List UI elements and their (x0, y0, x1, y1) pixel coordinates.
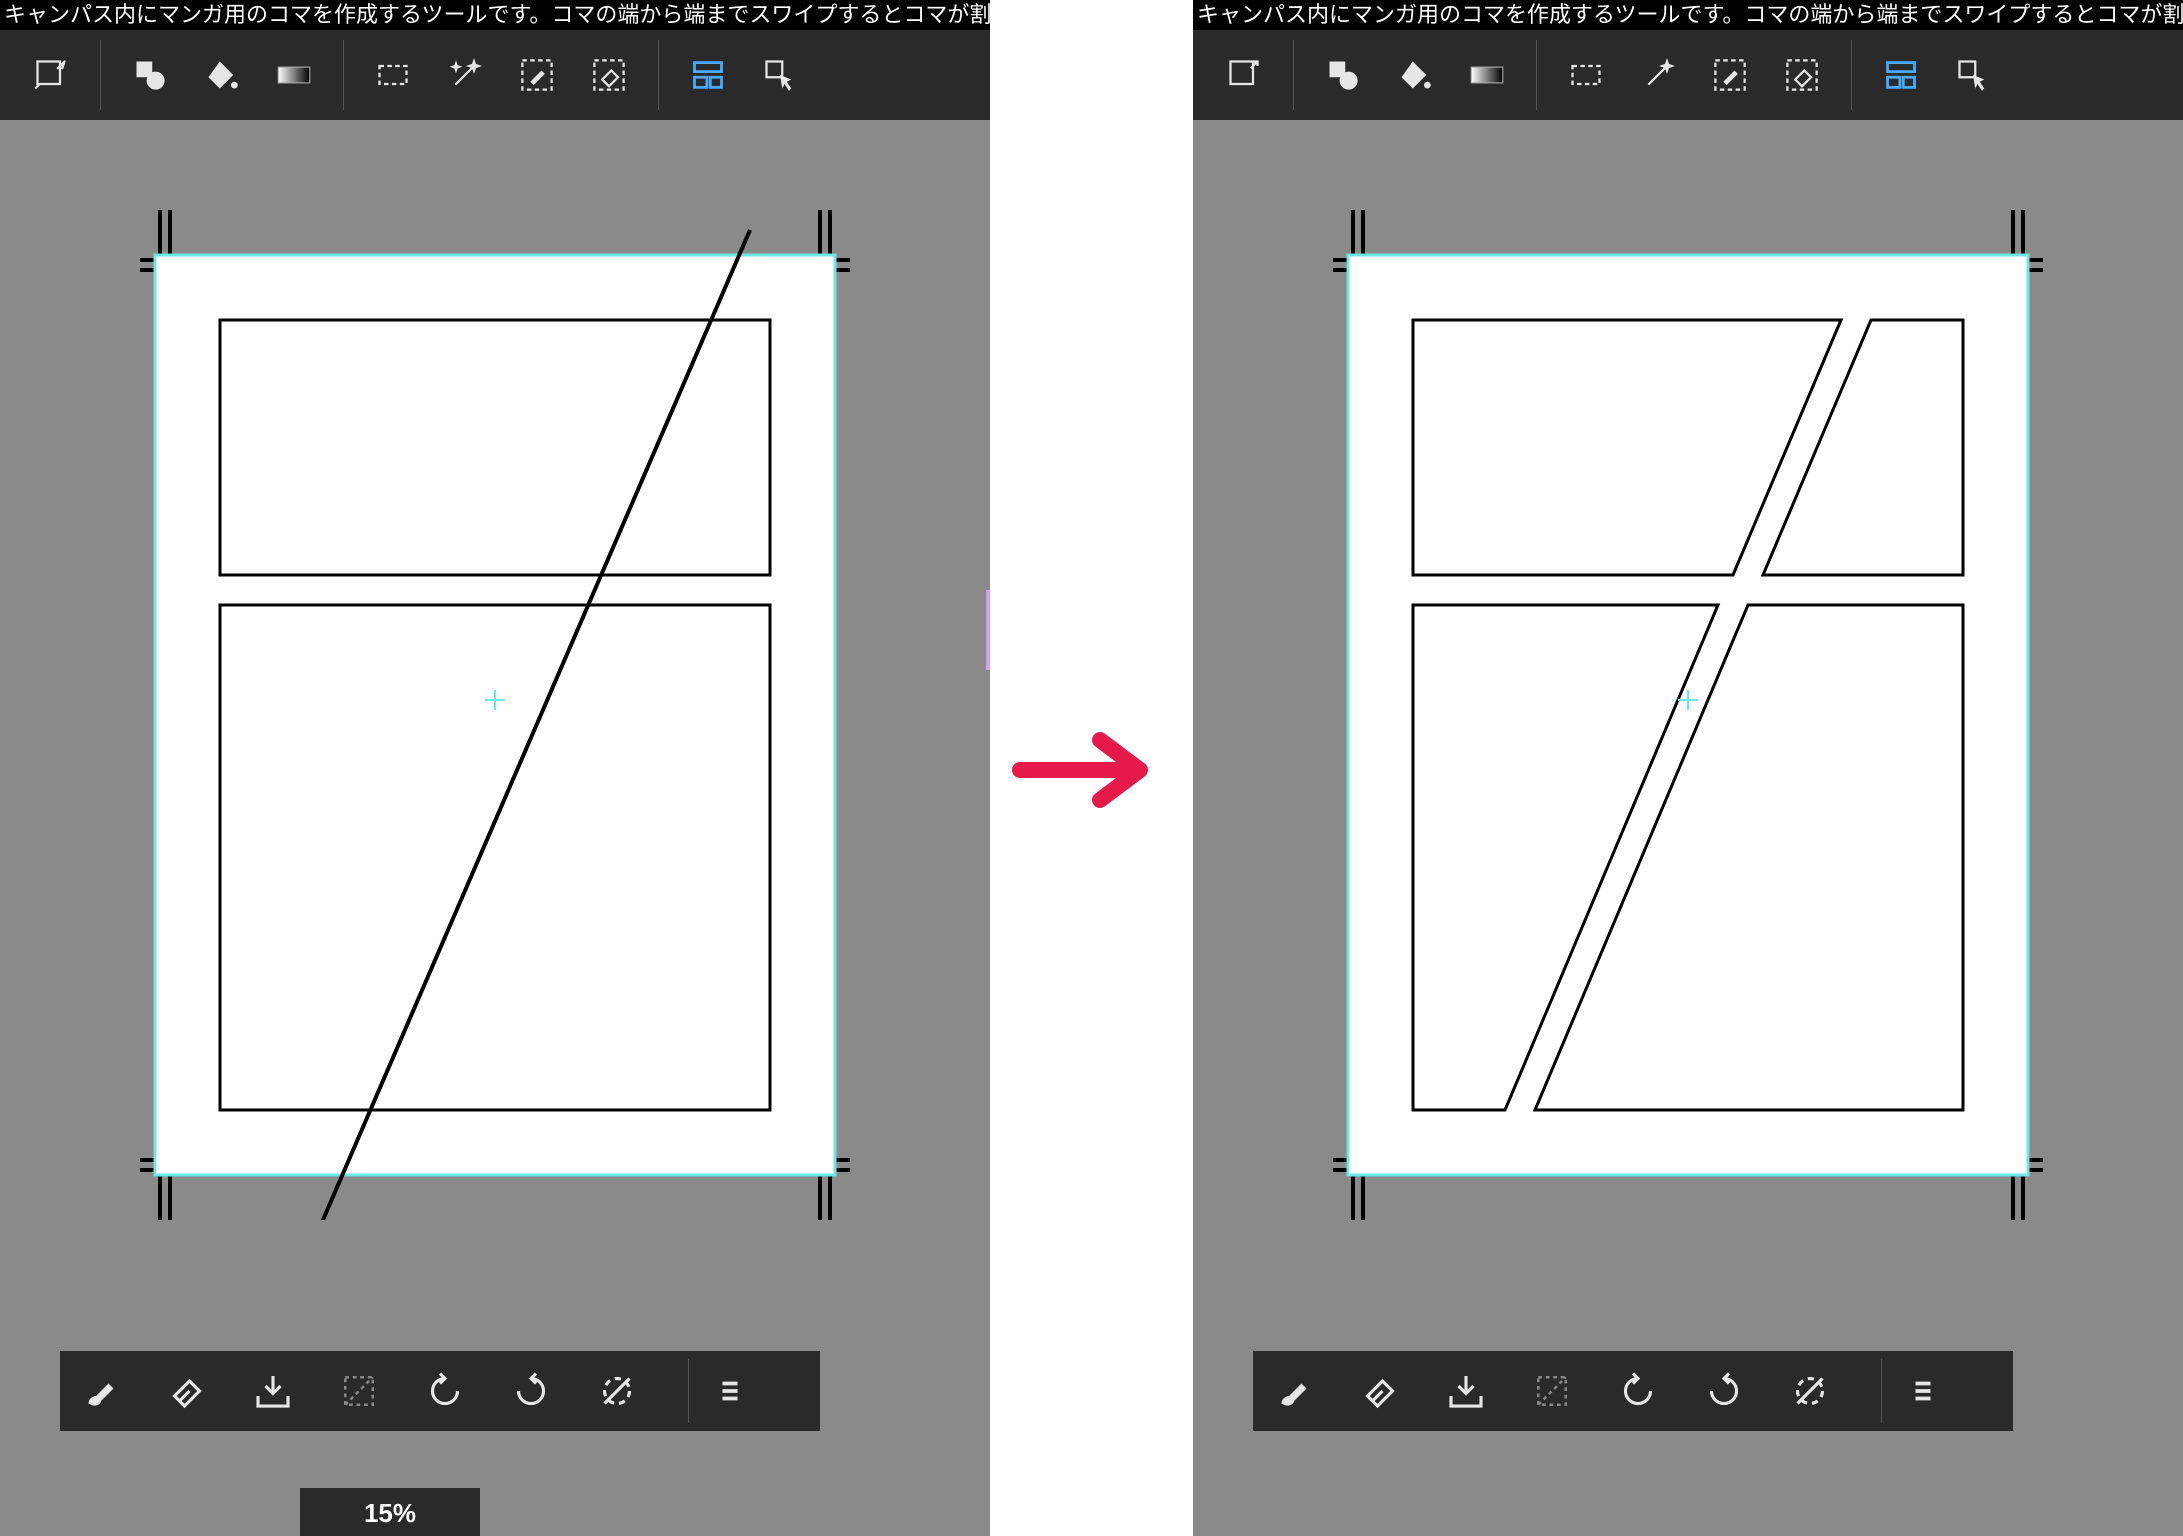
help-text: キャンパス内にマンガ用のコマを作成するツールです。コマの端から端までスワイプする… (1193, 0, 2183, 30)
canvas-before (140, 210, 850, 1220)
bucket-tool-icon[interactable] (1394, 54, 1436, 96)
marquee-select-icon[interactable] (372, 54, 414, 96)
transform-tool-icon[interactable] (1223, 54, 1265, 96)
gradient-tool-icon[interactable] (273, 54, 315, 96)
save-tray-icon[interactable] (1443, 1368, 1489, 1414)
canvas-after (1333, 210, 2043, 1220)
magic-wand-icon[interactable] (444, 54, 486, 96)
help-text: キャンパス内にマンガ用のコマを作成するツールです。コマの端から端までスワイプする… (0, 0, 990, 30)
brush-icon[interactable] (1271, 1368, 1317, 1414)
frame-divide-tool-icon[interactable] (687, 54, 729, 96)
menu-icon[interactable] (1900, 1368, 1946, 1414)
bottom-toolbar (1253, 1351, 2013, 1431)
selection-disabled-icon[interactable] (1529, 1368, 1575, 1414)
menu-icon[interactable] (707, 1368, 753, 1414)
reset-rotation-icon[interactable] (1787, 1368, 1833, 1414)
top-toolbar (1193, 30, 2183, 120)
zoom-indicator[interactable]: 15% (300, 1488, 480, 1536)
reset-rotation-icon[interactable] (594, 1368, 640, 1414)
toolbar-separator (688, 1359, 689, 1423)
magic-wand-icon[interactable] (1637, 54, 1679, 96)
pointer-tool-icon[interactable] (1952, 54, 1994, 96)
bucket-tool-icon[interactable] (201, 54, 243, 96)
canvas-area[interactable]: 15% (0, 120, 990, 1536)
frame-divide-tool-icon[interactable] (1880, 54, 1922, 96)
undo-icon[interactable] (1615, 1368, 1661, 1414)
redo-icon[interactable] (1701, 1368, 1747, 1414)
pointer-tool-icon[interactable] (759, 54, 801, 96)
selection-disabled-icon[interactable] (336, 1368, 382, 1414)
save-tray-icon[interactable] (250, 1368, 296, 1414)
eraser-icon[interactable] (164, 1368, 210, 1414)
toolbar-separator (100, 40, 101, 110)
canvas-area[interactable] (1193, 120, 2183, 1536)
transition-arrow-icon (1010, 720, 1170, 820)
brush-select-icon[interactable] (516, 54, 558, 96)
edge-artifact (986, 590, 990, 670)
app-screen-before: キャンパス内にマンガ用のコマを作成するツールです。コマの端から端までスワイプする… (0, 0, 990, 1536)
app-screen-after: キャンパス内にマンガ用のコマを作成するツールです。コマの端から端までスワイプする… (1193, 0, 2183, 1536)
undo-icon[interactable] (422, 1368, 468, 1414)
brush-select-icon[interactable] (1709, 54, 1751, 96)
shapes-tool-icon[interactable] (1322, 54, 1364, 96)
toolbar-separator (343, 40, 344, 110)
eraser-select-icon[interactable] (588, 54, 630, 96)
gradient-tool-icon[interactable] (1466, 54, 1508, 96)
toolbar-separator (658, 40, 659, 110)
brush-icon[interactable] (78, 1368, 124, 1414)
eraser-icon[interactable] (1357, 1368, 1403, 1414)
transform-tool-icon[interactable] (30, 54, 72, 96)
bottom-toolbar (60, 1351, 820, 1431)
eraser-select-icon[interactable] (1781, 54, 1823, 96)
top-toolbar (0, 30, 990, 120)
shapes-tool-icon[interactable] (129, 54, 171, 96)
marquee-select-icon[interactable] (1565, 54, 1607, 96)
redo-icon[interactable] (508, 1368, 554, 1414)
